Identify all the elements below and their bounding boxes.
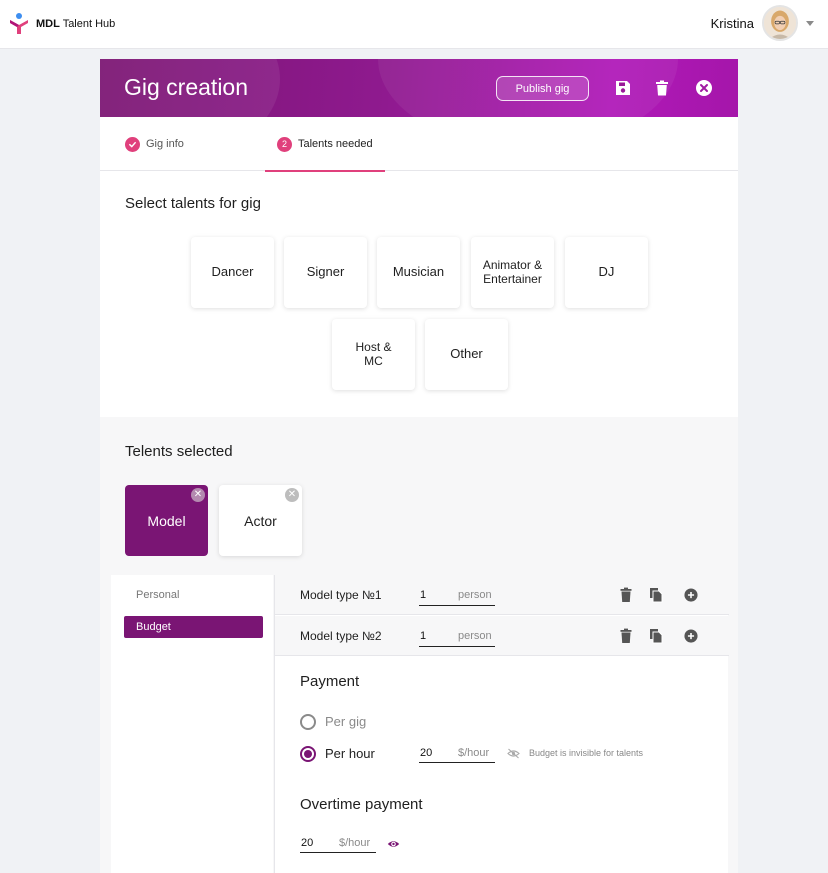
app-name: MDL Talent Hub	[36, 18, 116, 30]
eye-icon[interactable]	[387, 839, 400, 849]
remove-icon[interactable]: ✕	[285, 488, 299, 502]
person-count-input[interactable]: 1 person	[419, 629, 495, 647]
talent-option[interactable]: Animator & Entertainer	[471, 237, 554, 308]
copy-icon[interactable]	[649, 628, 663, 644]
save-icon[interactable]	[614, 79, 632, 97]
selected-talent-label: Actor	[244, 512, 277, 529]
overtime-rate-value: 20	[301, 837, 314, 849]
person-unit: person	[458, 589, 492, 601]
sidebar-item-personal[interactable]: Personal	[124, 584, 263, 606]
overtime-payment-title: Overtime payment	[300, 796, 423, 813]
overtime-rate-unit: $/hour	[339, 837, 371, 849]
tab-label: Talents needed	[298, 138, 373, 150]
tab-talents-needed[interactable]: 2 Talents needed	[265, 117, 385, 172]
hourly-rate-input[interactable]: 20 $/hour	[419, 745, 495, 763]
avatar-image	[764, 7, 796, 39]
check-icon	[125, 136, 140, 152]
card-header: Gig creation Publish gig	[100, 59, 738, 117]
hourly-rate-unit: $/hour	[458, 747, 490, 759]
avatar[interactable]	[762, 5, 798, 41]
close-icon[interactable]	[695, 79, 713, 97]
eye-off-icon[interactable]	[507, 748, 520, 759]
overtime-rate-input[interactable]: 20 $/hour	[300, 835, 376, 853]
selected-talents-title: Telents selected	[125, 443, 233, 460]
person-count-input[interactable]: 1 person	[419, 588, 495, 606]
page-title: Gig creation	[124, 74, 249, 100]
talent-option[interactable]: Signer	[284, 237, 367, 308]
talent-option[interactable]: Other	[425, 319, 508, 390]
logo-icon	[10, 13, 28, 34]
person-count-value: 1	[420, 630, 427, 642]
remove-icon[interactable]: ✕	[191, 488, 205, 502]
model-type-label: Model type №2	[300, 629, 382, 643]
per-gig-label: Per gig	[325, 714, 367, 729]
user-menu[interactable]: Kristina	[711, 5, 814, 41]
tab-gig-info[interactable]: Gig info	[125, 117, 184, 171]
copy-icon[interactable]	[649, 587, 663, 603]
hourly-rate-value: 20	[420, 747, 433, 759]
select-talents-title: Select talents for gig	[125, 195, 261, 212]
chevron-down-icon[interactable]	[806, 20, 814, 26]
add-icon[interactable]	[684, 587, 698, 603]
person-count-value: 1	[420, 589, 427, 601]
sidebar: Personal Budget	[111, 575, 273, 873]
talent-option[interactable]: DJ	[565, 237, 648, 308]
step-tabs: Gig info 2 Talents needed	[100, 117, 738, 172]
model-type-row: Model type №2 1 person	[275, 616, 729, 656]
gig-creation-card: Gig creation Publish gig Gig info 2 Tale…	[100, 59, 738, 873]
budget-panel: Model type №1 1 person Model type №2 1 p…	[274, 575, 729, 873]
step-number: 2	[277, 136, 292, 152]
trash-icon[interactable]	[653, 79, 671, 97]
per-hour-label: Per hour	[325, 746, 375, 761]
budget-visibility-hint: Budget is invisible for talents	[529, 748, 644, 758]
top-bar: MDL Talent Hub Kristina	[0, 0, 828, 49]
sidebar-item-budget[interactable]: Budget	[124, 616, 263, 638]
payment-title: Payment	[300, 673, 360, 690]
publish-gig-button[interactable]: Publish gig	[496, 76, 589, 101]
radio-per-gig[interactable]	[300, 714, 316, 730]
person-unit: person	[458, 630, 492, 642]
talent-option[interactable]: Dancer	[191, 237, 274, 308]
talent-option[interactable]: Host & MC	[332, 319, 415, 390]
radio-per-hour[interactable]	[300, 746, 316, 762]
app-logo[interactable]: MDL Talent Hub	[9, 13, 115, 35]
tab-label: Gig info	[146, 138, 184, 150]
model-type-row: Model type №1 1 person	[275, 575, 729, 615]
trash-icon[interactable]	[619, 587, 633, 603]
trash-icon[interactable]	[619, 628, 633, 644]
add-icon[interactable]	[684, 628, 698, 644]
selected-talent-actor[interactable]: Actor ✕	[219, 485, 302, 556]
selected-talent-label: Model	[147, 512, 186, 529]
selected-talent-model[interactable]: Model ✕	[125, 485, 208, 556]
user-name: Kristina	[710, 15, 754, 31]
talent-option[interactable]: Musician	[377, 237, 460, 308]
model-type-label: Model type №1	[300, 588, 382, 602]
